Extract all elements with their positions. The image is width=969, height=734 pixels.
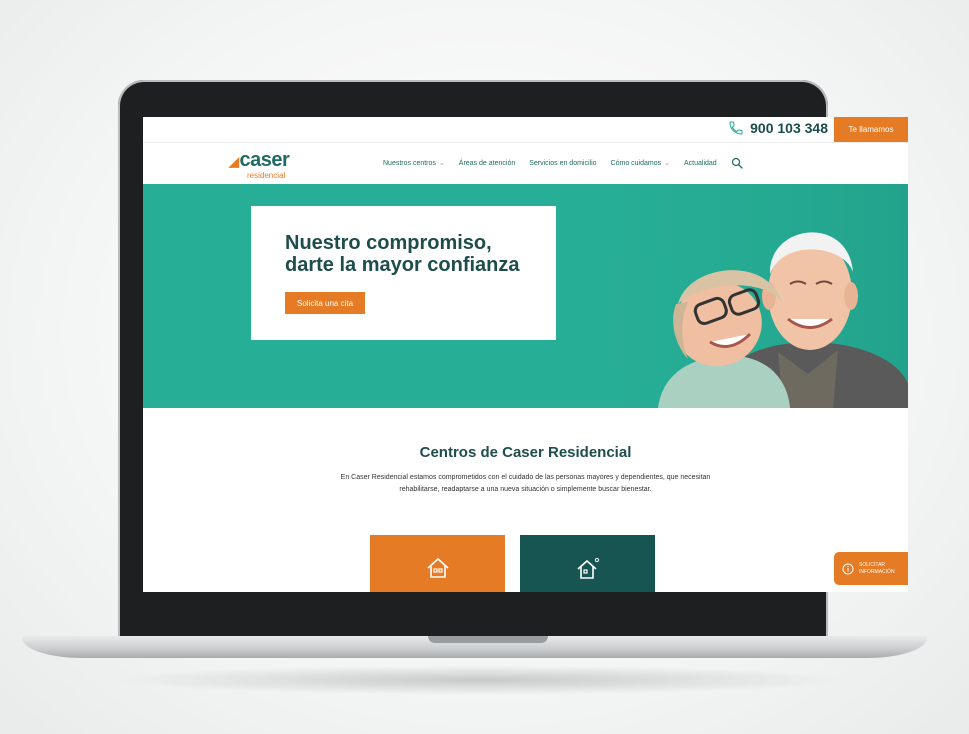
caser-logo[interactable]: ◢caser residencial [229, 149, 290, 180]
chevron-down-icon: ⌄ [438, 160, 445, 167]
center-card-residence[interactable] [370, 535, 505, 592]
section-title: Centros de Caser Residencial [419, 444, 632, 461]
phone-icon [729, 121, 743, 135]
laptop-shadow [110, 665, 850, 695]
main-nav: Nuestros centros ⌄ Áreas de atención Ser… [383, 157, 743, 169]
top-bar: 900 103 348 Te llamamos [143, 117, 908, 142]
nav-label: Nuestros centros [383, 159, 436, 167]
laptop-screen: 900 103 348 Te llamamos ◢caser residenci… [143, 117, 908, 592]
nav-nuestros-centros[interactable]: Nuestros centros ⌄ [383, 159, 445, 168]
main-nav-bar: ◢caser residencial Nuestros centros ⌄ Ár… [143, 142, 908, 185]
nav-como-cuidamos[interactable]: Cómo cuidamos ⌄ [610, 159, 670, 168]
info-icon [842, 563, 854, 574]
hero-banner: Nuestro compromiso, darte la mayor confi… [143, 184, 908, 408]
phone-contact[interactable]: 900 103 348 [728, 120, 828, 136]
nav-servicios-domicilio[interactable]: Servicios en domicilio [529, 160, 596, 167]
nav-label: Servicios en domicilio [529, 159, 597, 167]
hero-title-line: Nuestro compromiso, [285, 232, 492, 254]
hero-photo [538, 184, 908, 408]
nav-actualidad[interactable]: Actualidad [684, 160, 717, 167]
call-me-button[interactable]: Te llamamos [834, 117, 908, 142]
logo-brand: caser [239, 149, 290, 171]
nav-label: Áreas de atención [458, 159, 516, 167]
hero-title-line: darte la mayor confianza [285, 254, 520, 276]
hero-title: Nuestro compromiso, darte la mayor confi… [285, 232, 520, 276]
house-icon [426, 557, 449, 578]
request-appointment-button[interactable]: Solicita una cita [285, 292, 365, 314]
nav-label: Actualidad [684, 159, 717, 167]
phone-number[interactable]: 900 103 348 [750, 120, 828, 136]
chevron-down-icon: ⌄ [664, 160, 670, 167]
logo-sub: residencial [247, 171, 286, 180]
logo-mark-icon: ◢ [229, 154, 239, 169]
nav-label: Cómo cuidamos [610, 159, 662, 167]
house-sun-icon [576, 557, 599, 579]
laptop-notch [428, 636, 548, 643]
request-info-button[interactable]: SOLICITAR INFORMACIÓN [834, 552, 908, 585]
section-description: En Caser Residencial estamos comprometid… [340, 474, 711, 493]
search-icon[interactable] [731, 157, 743, 169]
center-card-day-center[interactable] [520, 535, 655, 592]
request-info-label: SOLICITAR INFORMACIÓN [859, 562, 895, 576]
request-info-line: INFORMACIÓN [859, 568, 895, 575]
request-info-line: SOLICITAR [859, 561, 886, 568]
nav-areas-atencion[interactable]: Áreas de atención [459, 160, 515, 167]
hero-card: Nuestro compromiso, darte la mayor confi… [251, 206, 556, 340]
